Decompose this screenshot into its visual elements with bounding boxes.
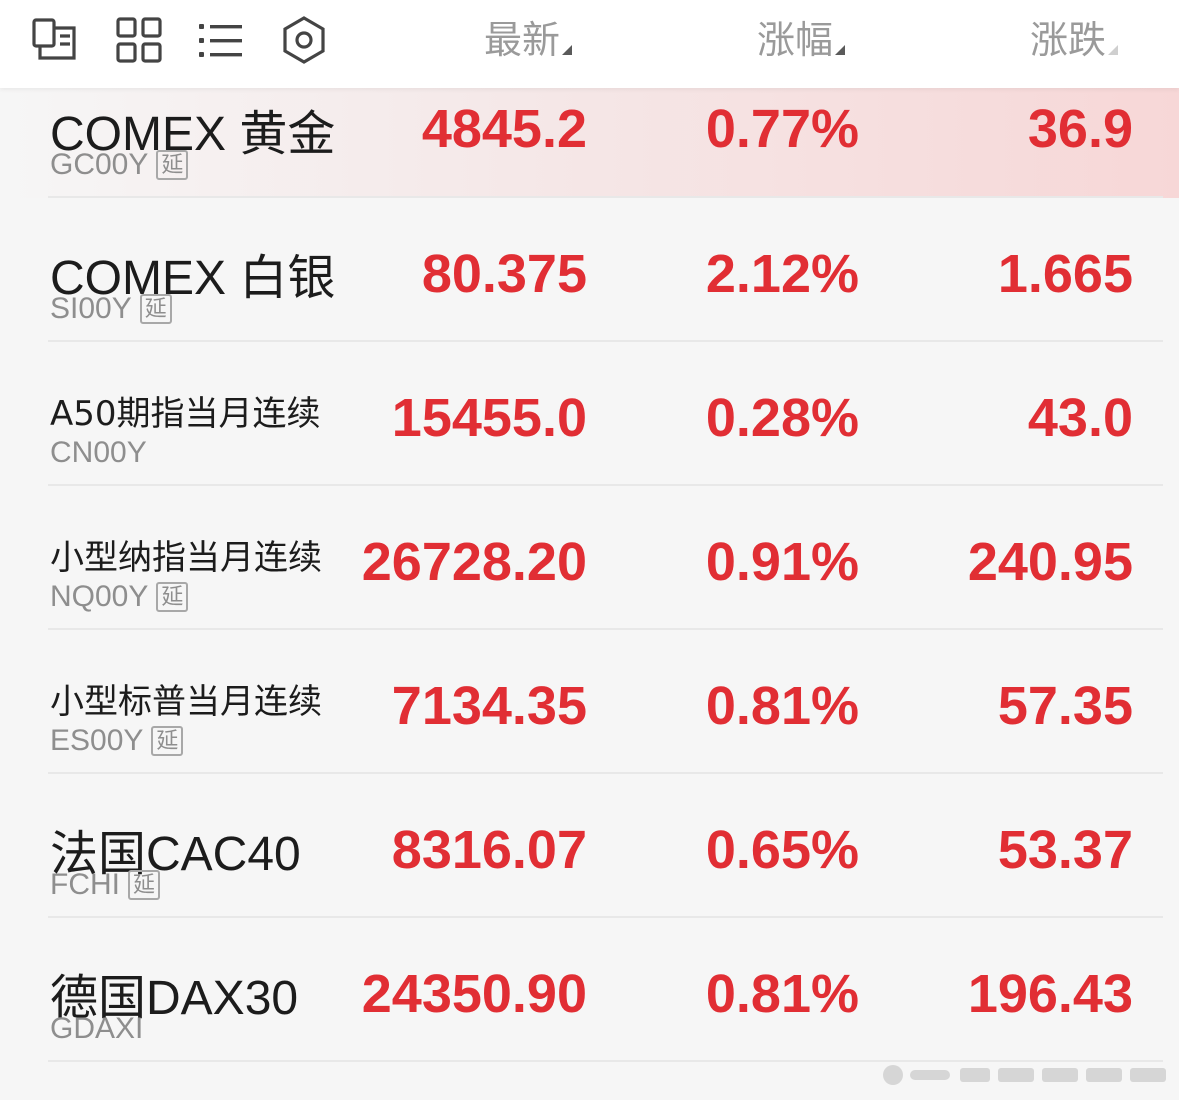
table-row[interactable]: 小型纳指当月连续 NQ00Y 延 26728.20 0.91% 240.95 — [0, 486, 1179, 630]
change-amount: 43.0 — [1027, 388, 1133, 448]
watermark-logo — [880, 1062, 1170, 1088]
instrument-name: A50期指当月连续 — [50, 394, 321, 434]
sort-indicator-icon — [1108, 45, 1119, 55]
column-header-change-pct[interactable]: 涨幅 — [757, 14, 846, 66]
table-row[interactable]: COMEX 白银 SI00Y 延 80.375 2.12% 1.665 — [0, 198, 1179, 342]
delayed-tag: 延 — [156, 150, 189, 180]
instrument-code: ES00Y 延 — [50, 724, 184, 758]
instrument-code-text: SI00Y — [50, 292, 132, 325]
instrument-code-text: ES00Y — [50, 724, 144, 757]
change-amount: 196.43 — [967, 964, 1133, 1024]
instrument-code: CN00Y — [50, 436, 147, 470]
table-row[interactable]: A50期指当月连续 CN00Y 15455.0 0.28% 43.0 — [0, 342, 1179, 486]
instrument-code-text: NQ00Y — [50, 580, 149, 613]
change-percent: 0.81% — [705, 964, 859, 1024]
sort-indicator-icon — [562, 45, 573, 55]
instrument-code: SI00Y 延 — [50, 292, 172, 326]
instrument-code: GDAXI — [50, 1012, 143, 1046]
latest-price: 80.375 — [421, 244, 587, 304]
list-icon[interactable] — [196, 14, 248, 66]
latest-price: 26728.20 — [361, 532, 587, 592]
change-amount: 240.95 — [967, 532, 1133, 592]
latest-price: 15455.0 — [391, 388, 587, 448]
instrument-code-text: CN00Y — [50, 436, 147, 469]
latest-price: 24350.90 — [361, 964, 587, 1024]
change-percent: 0.81% — [705, 676, 859, 736]
column-header-change-pct-label: 涨幅 — [757, 18, 834, 62]
column-header-latest[interactable]: 最新 — [484, 14, 573, 66]
instrument-code-text: GDAXI — [50, 1012, 144, 1045]
change-amount: 1.665 — [997, 244, 1133, 304]
instrument-code: GC00Y 延 — [50, 148, 189, 182]
instrument-code: NQ00Y 延 — [50, 580, 189, 614]
grid-list-icon[interactable] — [30, 14, 82, 66]
delayed-tag: 延 — [151, 726, 184, 756]
change-percent: 0.65% — [705, 820, 859, 880]
instrument-code-text: GC00Y — [50, 148, 149, 181]
list-header: 最新 涨幅 涨跌 — [0, 0, 1179, 88]
change-amount: 53.37 — [997, 820, 1133, 880]
delayed-tag: 延 — [139, 294, 172, 324]
delayed-tag: 延 — [156, 582, 189, 612]
four-squares-icon[interactable] — [113, 14, 165, 66]
change-percent: 0.77% — [705, 99, 859, 159]
latest-price: 7134.35 — [391, 676, 587, 736]
delayed-tag: 延 — [128, 870, 161, 900]
instrument-name: 小型标普当月连续 — [50, 682, 322, 722]
change-percent: 0.28% — [705, 388, 859, 448]
column-header-change[interactable]: 涨跌 — [1030, 14, 1119, 66]
table-row[interactable]: 德国DAX30 GDAXI 24350.90 0.81% 196.43 — [0, 918, 1179, 1062]
instrument-name: 小型纳指当月连续 — [50, 538, 322, 578]
sort-indicator-icon — [835, 45, 846, 55]
instrument-code-text: FCHI — [50, 868, 120, 901]
change-percent: 0.91% — [705, 532, 859, 592]
table-row[interactable]: 小型标普当月连续 ES00Y 延 7134.35 0.81% 57.35 — [0, 630, 1179, 774]
column-header-latest-label: 最新 — [484, 18, 561, 62]
instrument-code: FCHI 延 — [50, 868, 161, 902]
change-amount: 57.35 — [997, 676, 1133, 736]
change-percent: 2.12% — [705, 244, 859, 304]
latest-price: 4845.2 — [421, 99, 587, 159]
hexagon-icon[interactable] — [278, 14, 330, 66]
column-header-change-label: 涨跌 — [1030, 18, 1107, 62]
change-amount: 36.9 — [1027, 99, 1133, 159]
table-row[interactable]: 法国CAC40 FCHI 延 8316.07 0.65% 53.37 — [0, 774, 1179, 918]
table-row[interactable]: COMEX 黄金 GC00Y 延 4845.2 0.77% 36.9 — [0, 88, 1179, 198]
latest-price: 8316.07 — [391, 820, 587, 880]
